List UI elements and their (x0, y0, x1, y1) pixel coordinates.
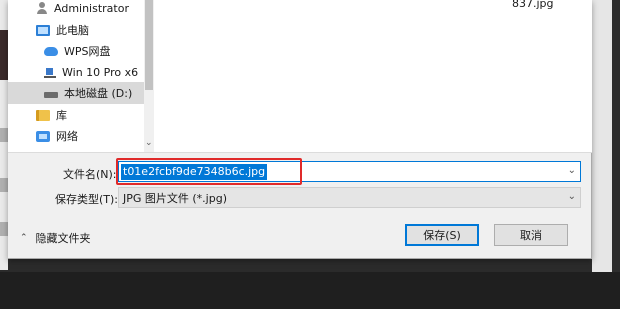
scroll-down-arrow-icon[interactable]: ⌄ (145, 138, 153, 148)
library-icon (36, 109, 50, 121)
save-button-label: 保存(S) (423, 229, 461, 242)
nav-item-label: 本地磁盘 (D:) (64, 87, 133, 100)
chevron-down-icon[interactable]: ⌄ (568, 165, 576, 176)
navigation-scrollbar[interactable]: ⌄ (144, 0, 154, 152)
save-as-dialog: Administrator 此电脑 WPS网盘 Win 10 Pro x6 本地… (8, 0, 592, 259)
nav-item-wps-cloud[interactable]: WPS网盘 (8, 40, 144, 62)
nav-item-network[interactable]: 网络 (8, 125, 144, 147)
filetype-selected-value: JPG 图片文件 (*.jpg) (123, 191, 227, 205)
cloud-drive-icon (44, 46, 58, 56)
user-icon (36, 2, 48, 14)
file-list-pane: 837.jpg (154, 0, 592, 152)
scrollbar-thumb[interactable] (145, 0, 153, 90)
filename-selected-text[interactable]: t01e2fcbf9de7348b6c.jpg (121, 163, 268, 180)
windows-drive-icon (44, 67, 56, 78)
file-item-name[interactable]: 837.jpg (512, 0, 554, 10)
nav-item-local-disk-d[interactable]: 本地磁盘 (D:) (8, 82, 144, 104)
chevron-up-icon: ⌃ (20, 233, 28, 243)
background-window-left (0, 0, 8, 270)
chevron-down-icon[interactable]: ⌄ (568, 191, 576, 202)
nav-item-this-pc[interactable]: 此电脑 (8, 19, 144, 41)
nav-item-label: Win 10 Pro x6 (62, 65, 139, 79)
nav-item-libraries[interactable]: 库 (8, 104, 144, 126)
local-disk-icon (44, 91, 58, 98)
background-thumbnail (0, 30, 8, 80)
nav-item-win10-drive[interactable]: Win 10 Pro x6 (8, 61, 144, 83)
background-fragment (0, 128, 8, 142)
hide-folders-label: 隐藏文件夹 (35, 232, 91, 245)
nav-item-administrator[interactable]: Administrator (8, 0, 144, 19)
nav-item-label: 网络 (56, 130, 78, 143)
nav-item-label: Administrator (54, 1, 129, 15)
filetype-select[interactable]: JPG 图片文件 (*.jpg) ⌄ (118, 187, 581, 208)
background-scrollbar (612, 0, 620, 272)
cancel-button-label: 取消 (520, 229, 542, 242)
hide-folders-toggle[interactable]: ⌃ 隐藏文件夹 (20, 230, 91, 246)
filename-input[interactable]: t01e2fcbf9de7348b6c.jpg ⌄ (118, 161, 581, 182)
nav-item-label: WPS网盘 (64, 45, 111, 58)
filename-label: 文件名(N): (63, 168, 117, 181)
background-window-right (592, 0, 620, 272)
background-fragment (0, 222, 8, 236)
background-fragment (0, 178, 8, 192)
nav-item-label: 此电脑 (56, 24, 89, 37)
nav-item-label: 库 (56, 109, 67, 122)
background-taskbar-area (0, 272, 620, 309)
divider (8, 152, 592, 153)
network-icon (36, 130, 50, 142)
navigation-pane: Administrator 此电脑 WPS网盘 Win 10 Pro x6 本地… (8, 0, 144, 152)
cancel-button[interactable]: 取消 (494, 224, 568, 246)
save-button[interactable]: 保存(S) (405, 224, 479, 246)
filetype-label: 保存类型(T): (55, 193, 119, 206)
this-pc-icon (36, 24, 50, 36)
